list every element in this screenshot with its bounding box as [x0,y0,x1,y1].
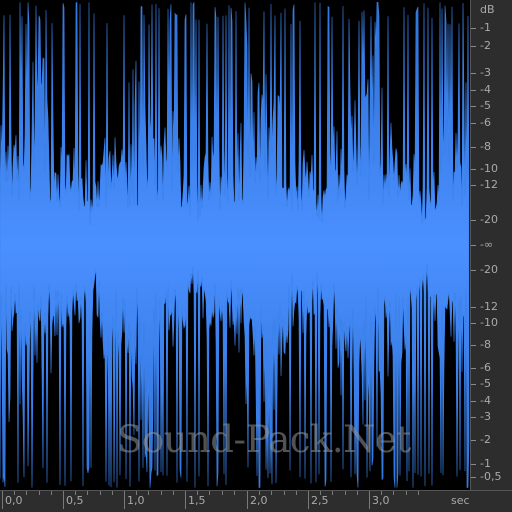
waveform-graph[interactable] [0,0,470,490]
time-minor-tick [75,491,77,495]
time-minor-tick [99,491,101,495]
db-tick-label: -6 [480,116,491,129]
time-minor-tick [197,491,199,495]
time-tick-label: 0,0 [5,494,23,507]
db-tick [471,464,476,465]
time-ruler[interactable]: 0,0 0,5 1,0 1,5 2,0 2,5 3,0 sec [0,490,512,512]
db-tick-label: -20 [480,263,498,276]
time-minor-tick [38,491,40,495]
db-scale-ruler: dB -1 -2 -3 -4 -5 -6 -8 -10 -12 -20 -∞ -20 -12 -10 -8 -… [470,0,512,490]
db-tick-label: -∞ [480,238,494,251]
db-tick [471,477,476,478]
db-tick [471,384,476,385]
db-tick [471,90,476,91]
db-tick [471,270,476,271]
time-major-tick [369,491,370,509]
waveform-path [0,1,470,489]
db-tick [471,401,476,402]
audio-editor: Sound-Pack.Net dB -1 -2 -3 -4 -5 -6 -8 -10 -12 -2… [0,0,512,512]
time-minor-tick [26,491,28,495]
db-tick [471,169,476,170]
db-tick [471,440,476,441]
time-major-tick [308,491,309,509]
db-tick [471,106,476,107]
time-tick-label: 3,0 [372,494,390,507]
db-tick-label: -8 [480,338,491,351]
watermark-text: Sound-Pack.Net [117,418,411,461]
time-minor-tick [50,491,52,495]
time-minor-tick [111,491,113,495]
db-tick [471,345,476,346]
time-minor-tick [14,491,16,495]
db-tick [471,368,476,369]
db-tick-label: -12 [480,178,498,191]
db-tick [471,46,476,47]
db-tick [471,185,476,186]
time-major-tick [2,491,3,509]
time-minor-tick [148,491,150,495]
time-minor-tick [405,491,407,495]
db-tick-label: -4 [480,394,491,407]
time-minor-tick [271,491,273,495]
time-major-tick [185,491,186,509]
time-minor-tick [160,491,162,495]
db-tick [471,323,476,324]
db-tick [471,245,476,246]
time-minor-tick [209,491,211,495]
time-minor-tick [295,491,297,495]
db-tick-label: -1 [480,21,491,34]
time-minor-tick [344,491,346,495]
db-tick [471,28,476,29]
db-tick-label: -10 [480,316,498,329]
time-major-tick [247,491,248,509]
time-major-tick [124,491,125,509]
db-tick-label: -5 [480,377,491,390]
time-minor-tick [356,491,358,495]
time-minor-tick [172,491,174,495]
time-tick-label: 2,0 [250,494,268,507]
db-tick [471,147,476,148]
db-tick-label: -8 [480,140,491,153]
db-tick-label: -3 [480,410,491,423]
db-tick-label: -20 [480,213,498,226]
time-tick-label: 1,5 [188,494,206,507]
time-minor-tick [233,491,235,495]
db-tick-label: -2 [480,39,491,52]
db-tick-label: -4 [480,83,491,96]
time-minor-tick [136,491,138,495]
db-tick [471,417,476,418]
db-tick-label: -10 [480,162,498,175]
db-tick-label: -1 [480,457,491,470]
db-tick [471,307,476,308]
time-minor-tick [393,491,395,495]
time-minor-tick [283,491,285,495]
db-tick [471,220,476,221]
db-tick [471,123,476,124]
db-tick-label: -2 [480,433,491,446]
time-minor-tick [259,491,261,495]
db-unit-label: dB [480,3,495,16]
time-minor-tick [417,491,419,495]
db-tick-label: -0,5 [480,470,502,483]
time-minor-tick [221,491,223,495]
time-minor-tick [320,491,322,495]
db-tick-label: -5 [480,99,491,112]
time-major-tick [63,491,64,509]
db-tick-label: -3 [480,66,491,79]
time-tick-label: 2,5 [311,494,329,507]
time-tick-label: 0,5 [66,494,84,507]
time-minor-tick [332,491,334,495]
time-unit-label: sec [451,494,470,507]
db-tick [471,73,476,74]
time-minor-tick [381,491,383,495]
db-tick-label: -12 [480,300,498,313]
db-tick-label: -6 [480,361,491,374]
time-minor-tick [87,491,89,495]
time-tick-label: 1,0 [127,494,145,507]
waveform-display[interactable]: Sound-Pack.Net [0,0,470,490]
